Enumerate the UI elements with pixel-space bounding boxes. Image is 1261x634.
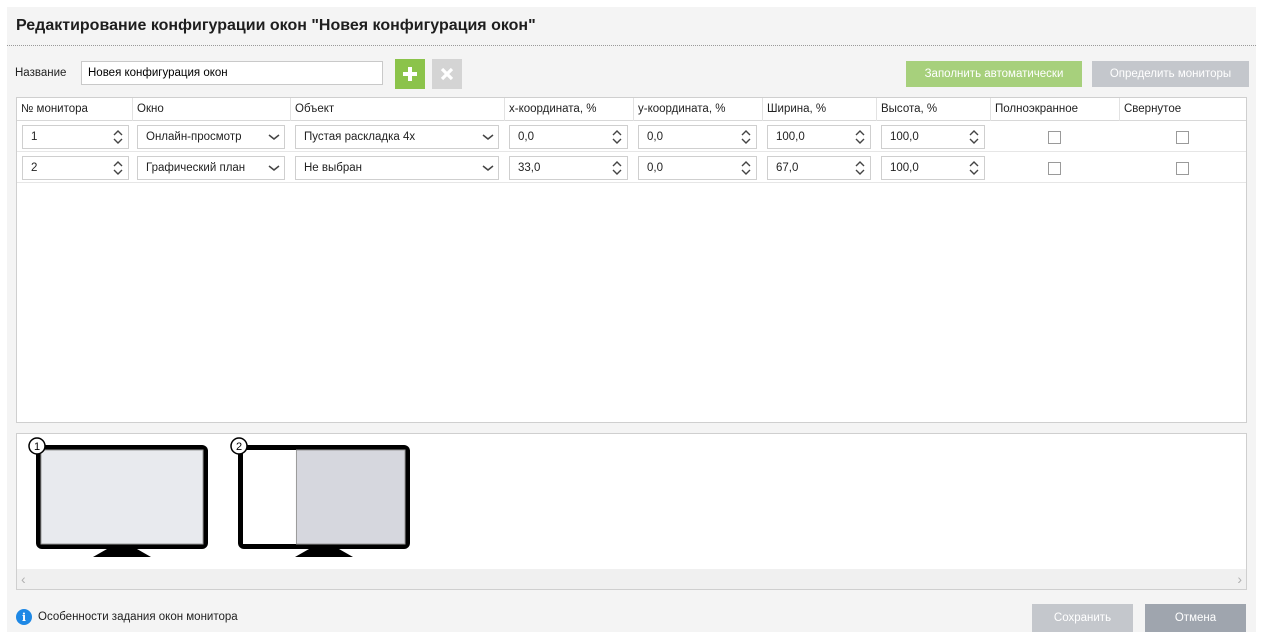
col-x-header[interactable]: x-координата, %	[509, 103, 596, 115]
name-label: Название	[15, 67, 67, 79]
minimized-checkbox[interactable]	[1176, 162, 1189, 175]
table-row[interactable]: 1 Онлайн-просмотр Пустая раскладка 4x 0,…	[17, 122, 1246, 152]
height-value: 100,0	[890, 131, 919, 143]
spinner-icon[interactable]	[739, 129, 753, 145]
chevron-right-icon[interactable]: ›	[1237, 571, 1242, 587]
cancel-button[interactable]: Отмена	[1145, 604, 1246, 632]
col-window-header[interactable]: Окно	[137, 103, 164, 115]
object-select-value: Пустая раскладка 4x	[304, 131, 416, 143]
monitor-number-value: 2	[31, 162, 38, 174]
monitor-1-window	[40, 449, 204, 545]
spinner-icon[interactable]	[610, 129, 624, 145]
name-input[interactable]	[81, 61, 383, 85]
x-coordinate-stepper[interactable]: 33,0	[509, 156, 628, 180]
monitor-number-value: 1	[31, 131, 38, 143]
window-select[interactable]: Графический план	[137, 156, 285, 180]
x-coordinate-value: 0,0	[518, 131, 534, 143]
minimized-checkbox[interactable]	[1176, 131, 1189, 144]
delete-row-button[interactable]	[432, 59, 462, 89]
monitor-number-stepper[interactable]: 2	[22, 156, 129, 180]
height-stepper[interactable]: 100,0	[881, 156, 985, 180]
monitor-2-window	[295, 449, 406, 545]
window-select-value: Онлайн-просмотр	[146, 131, 242, 143]
object-select-value: Не выбран	[304, 162, 362, 174]
save-button[interactable]: Сохранить	[1032, 604, 1133, 632]
height-stepper[interactable]: 100,0	[881, 125, 985, 149]
y-coordinate-stepper[interactable]: 0,0	[638, 125, 757, 149]
col-fullscreen-header[interactable]: Полноэкранное	[995, 103, 1078, 115]
window-config-dialog: Редактирование конфигурации окон "Новея …	[7, 7, 1256, 632]
chevron-down-icon[interactable]	[481, 129, 495, 145]
info-icon: i	[16, 609, 32, 625]
chevron-down-icon[interactable]	[267, 160, 281, 176]
spinner-icon[interactable]	[967, 160, 981, 176]
help-link[interactable]: i Особенности задания окон монитора	[16, 607, 238, 627]
spinner-icon[interactable]	[853, 129, 867, 145]
fullscreen-checkbox[interactable]	[1048, 162, 1061, 175]
spinner-icon[interactable]	[111, 129, 125, 145]
width-value: 100,0	[776, 131, 805, 143]
spinner-icon[interactable]	[610, 160, 624, 176]
help-link-text: Особенности задания окон монитора	[38, 611, 238, 623]
height-value: 100,0	[890, 162, 919, 174]
col-object-header[interactable]: Объект	[295, 103, 334, 115]
object-select[interactable]: Не выбран	[295, 156, 499, 180]
close-icon	[440, 67, 454, 81]
width-value: 67,0	[776, 162, 799, 174]
window-select[interactable]: Онлайн-просмотр	[137, 125, 285, 149]
spinner-icon[interactable]	[739, 160, 753, 176]
monitor-grid: № монитора Окно Объект x-координата, % y…	[16, 97, 1247, 423]
detect-monitors-button[interactable]: Определить мониторы	[1092, 61, 1249, 87]
chevron-down-icon[interactable]	[481, 160, 495, 176]
col-y-header[interactable]: y-координата, %	[638, 103, 725, 115]
x-coordinate-stepper[interactable]: 0,0	[509, 125, 628, 149]
y-coordinate-value: 0,0	[647, 162, 663, 174]
monitor-1-number: 1	[34, 441, 40, 453]
y-coordinate-stepper[interactable]: 0,0	[638, 156, 757, 180]
preview-scrollbar[interactable]: ‹ ›	[17, 569, 1246, 589]
dialog-title: Редактирование конфигурации окон "Новея …	[7, 7, 1256, 46]
fullscreen-checkbox[interactable]	[1048, 131, 1061, 144]
y-coordinate-value: 0,0	[647, 131, 663, 143]
col-monitor-header[interactable]: № монитора	[21, 103, 88, 115]
object-select[interactable]: Пустая раскладка 4x	[295, 125, 499, 149]
monitor-2-number: 2	[236, 441, 242, 453]
col-minimized-header[interactable]: Свернутое	[1124, 103, 1181, 115]
col-height-header[interactable]: Высота, %	[881, 103, 937, 115]
monitor-preview-2[interactable]: 2	[230, 437, 410, 557]
add-row-button[interactable]	[395, 59, 425, 89]
chevron-left-icon[interactable]: ‹	[21, 571, 26, 587]
spinner-icon[interactable]	[853, 160, 867, 176]
chevron-down-icon[interactable]	[267, 129, 281, 145]
monitor-preview-panel: 1 2 ‹ ›	[16, 433, 1247, 590]
table-row[interactable]: 2 Графический план Не выбран 33,0 0,0 67…	[17, 153, 1246, 183]
auto-fill-button[interactable]: Заполнить автоматически	[906, 61, 1082, 87]
plus-icon	[403, 67, 417, 81]
width-stepper[interactable]: 100,0	[767, 125, 871, 149]
spinner-icon[interactable]	[111, 160, 125, 176]
x-coordinate-value: 33,0	[518, 162, 541, 174]
grid-header: № монитора Окно Объект x-координата, % y…	[17, 98, 1246, 121]
col-width-header[interactable]: Ширина, %	[767, 103, 826, 115]
spinner-icon[interactable]	[967, 129, 981, 145]
window-select-value: Графический план	[146, 162, 246, 174]
width-stepper[interactable]: 67,0	[767, 156, 871, 180]
monitor-preview-canvas: 1 2	[28, 437, 410, 557]
monitor-number-stepper[interactable]: 1	[22, 125, 129, 149]
monitor-preview-1[interactable]: 1	[28, 437, 208, 557]
name-row: Название Заполнить автоматически Определ…	[7, 59, 1256, 89]
